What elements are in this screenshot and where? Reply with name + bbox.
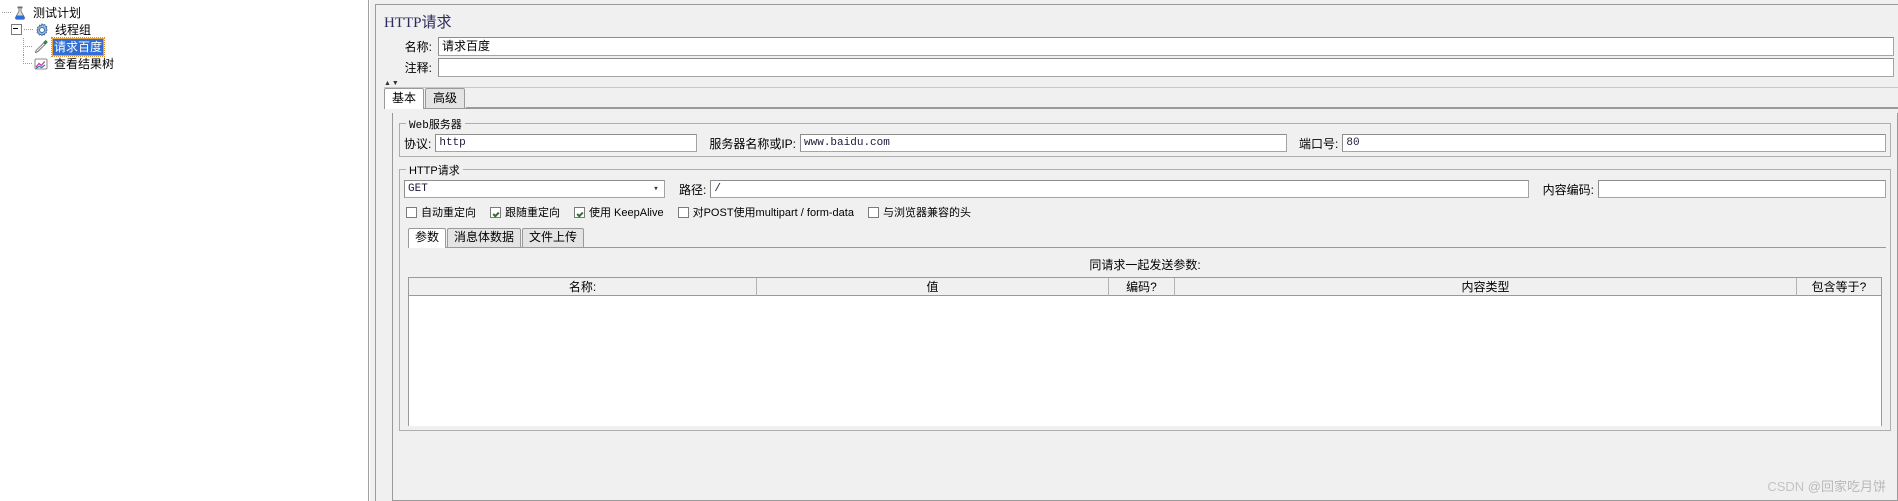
thread-group-icon [36,22,48,36]
server-input[interactable]: www.baidu.com [800,134,1288,152]
checkbox-label: 与浏览器兼容的头 [882,207,971,219]
protocol-input[interactable]: http [435,134,698,152]
tabstrip-filler [466,106,1898,108]
checkbox-label: 自动重定向 [421,207,476,219]
name-field-row: 名称: 请求百度 [376,36,1898,57]
name-label: 名称: [404,40,432,54]
tree-line [24,29,33,30]
tree-node-test-plan[interactable]: 测试计划 [2,4,368,21]
watermark-handle: @回家吃月饼 [1807,479,1886,494]
http-method-row: GET ▾ 路径: / 内容编码: [404,180,1886,198]
split-divider[interactable]: ▲▼ [384,80,1898,88]
checkbox-box[interactable] [867,206,879,218]
tree-node-label: 请求百度 [50,36,106,57]
tab-basic[interactable]: 基本 [384,88,425,109]
web-server-group: Web服务器 协议: http 服务器名称或IP: www.baidu.com … [399,116,1891,157]
checkbox-follow-redirect[interactable]: 跟随重定向 [490,204,560,220]
tree-node-http-request[interactable]: 请求百度 [2,36,368,57]
tab-advanced[interactable]: 高级 [425,88,466,108]
method-select[interactable]: GET ▾ [404,180,665,198]
protocol-label: 协议: [404,136,432,151]
comment-input[interactable] [438,58,1894,77]
params-caption: 同请求一起发送参数: [1089,258,1201,272]
column-header-encode[interactable]: 编码? [1109,278,1175,296]
test-plan-icon [15,6,25,20]
checkbox-label: 使用 KeepAlive [589,207,664,219]
tree-node-label: 线程组 [55,22,92,37]
web-server-title-prefix: Web [409,120,429,132]
column-header-value[interactable]: 值 [757,278,1109,296]
watermark-brand: CSDN [1767,479,1805,494]
itabstrip-filler [585,246,1886,247]
parameters-table-header: 名称: 值 编码? 内容类型 包含等于? [409,278,1881,296]
column-header-content-type[interactable]: 内容类型 [1175,278,1797,296]
tab-parameters[interactable]: 参数 [408,228,447,248]
basic-tab-panel: Web服务器 协议: http 服务器名称或IP: www.baidu.com … [392,113,1898,501]
method-value: GET [408,183,428,195]
port-input[interactable]: 80 [1342,134,1886,152]
path-label: 路径: [679,182,707,197]
tab-file-upload[interactable]: 文件上传 [522,228,585,247]
http-request-group-title: HTTP请求 [406,162,463,178]
tree-collapse-toggle[interactable] [11,24,22,35]
checkbox-box[interactable] [677,206,689,218]
port-label: 端口号: [1299,136,1339,151]
parameters-table-body[interactable] [409,296,1881,426]
web-server-title-suffix: 服务器 [428,119,462,131]
column-header-name[interactable]: 名称: [409,278,757,296]
comment-field-row: 注释: [376,57,1898,78]
tree-line [20,38,33,55]
checkbox-label: 跟随重定向 [505,207,560,219]
http-request-group: HTTP请求 GET ▾ 路径: / 内容编码: 自动重定向 跟随重定向 使用 … [399,162,1891,431]
test-plan-tree: 测试计划 线程组 请求百度 查看结果树 [0,0,368,72]
path-input[interactable]: / [710,180,1529,198]
tree-node-label: 测试计划 [33,5,82,20]
http-sampler-icon [34,39,48,53]
tree-node-thread-group[interactable]: 线程组 [2,21,368,38]
checkbox-box[interactable] [406,206,417,218]
tree-line [20,55,33,72]
tree-node-view-results-tree[interactable]: 查看结果树 [2,55,368,72]
parameters-table: 名称: 值 编码? 内容类型 包含等于? [408,277,1882,426]
checkbox-auto-redirect[interactable]: 自动重定向 [406,204,476,220]
main-tabstrip: 基本 高级 [384,88,1898,109]
checkbox-box[interactable] [574,206,585,218]
web-server-row: 协议: http 服务器名称或IP: www.baidu.com 端口号: 80 [404,134,1886,152]
content-encoding-input[interactable] [1598,180,1886,198]
tree-node-label: 查看结果树 [54,56,115,71]
checkbox-multipart-form-data[interactable]: 对POST使用multipart / form-data [677,204,854,220]
test-plan-tree-pane: 测试计划 线程组 请求百度 查看结果树 [0,0,369,501]
comment-label: 注释: [404,61,432,75]
name-input[interactable]: 请求百度 [438,37,1894,56]
view-results-tree-icon [34,58,48,69]
tab-body-data[interactable]: 消息体数据 [447,228,522,247]
checkbox-label: 对POST使用multipart / form-data [692,207,854,219]
request-data-tabstrip: 参数 消息体数据 文件上传 [408,228,1886,248]
tree-line [2,12,11,13]
content-encoding-label: 内容编码: [1542,182,1594,197]
chevron-down-icon[interactable]: ▾ [648,181,664,197]
http-options-row: 自动重定向 跟随重定向 使用 KeepAlive 对POST使用multipar… [406,204,1886,220]
jmeter-window: 测试计划 线程组 请求百度 查看结果树 HTTP请求 名称: 请求百度 注释: … [0,0,1898,501]
column-header-include-equals[interactable]: 包含等于? [1797,278,1881,296]
page-title: HTTP请求 [384,15,452,31]
checkbox-use-keepalive[interactable]: 使用 KeepAlive [574,204,664,220]
checkbox-browser-compatible-headers[interactable]: 与浏览器兼容的头 [867,204,971,220]
web-server-group-title: Web服务器 [406,116,465,132]
split-arrows-icon[interactable]: ▲▼ [384,80,400,87]
watermark: CSDN @回家吃月饼 [1767,476,1886,495]
server-label: 服务器名称或IP: [709,136,797,151]
sampler-editor: HTTP请求 名称: 请求百度 注释: ▲▼ 基本 高级 Web服务器 协议: … [375,4,1898,501]
sampler-editor-pane: HTTP请求 名称: 请求百度 注释: ▲▼ 基本 高级 Web服务器 协议: … [369,0,1898,501]
checkbox-box[interactable] [490,206,501,218]
